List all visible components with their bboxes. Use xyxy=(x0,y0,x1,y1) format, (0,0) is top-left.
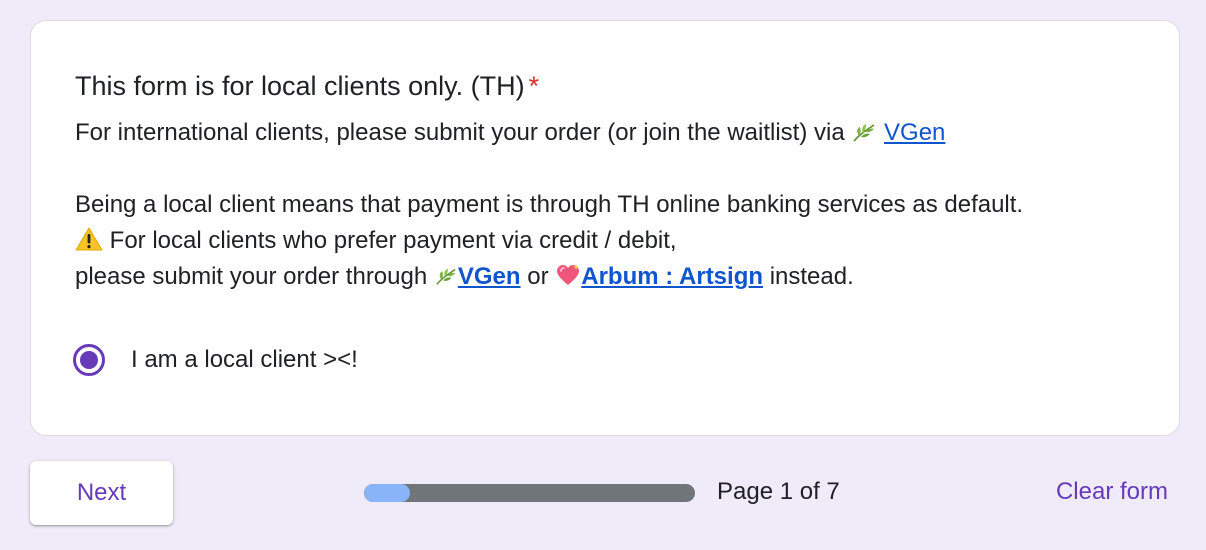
submit-middle-text: or xyxy=(520,263,556,290)
radio-button-selected[interactable] xyxy=(73,344,105,376)
local-client-option[interactable]: I am a local client ><! xyxy=(73,341,358,379)
progress-bar-fill xyxy=(364,484,411,502)
vgen-link-local[interactable]: VGen xyxy=(458,263,521,290)
description-line-local-banking: Being a local client means that payment … xyxy=(75,191,1024,218)
radio-dot xyxy=(80,351,98,369)
sparkling-heart-icon xyxy=(557,264,580,285)
required-asterisk: * xyxy=(528,71,540,101)
leaf-icon xyxy=(436,268,456,285)
question-title-text: This form is for local clients only. (TH… xyxy=(75,71,525,101)
credit-debit-text: For local clients who prefer payment via… xyxy=(103,227,677,254)
vgen-link-international[interactable]: VGen xyxy=(884,119,945,146)
progress-bar xyxy=(364,484,695,502)
international-text: For international clients, please submit… xyxy=(75,119,852,146)
description-line-submit-links: please submit your order through VGen or… xyxy=(75,259,854,295)
submit-suffix-text: instead. xyxy=(763,263,854,290)
page-indicator: Page 1 of 7 xyxy=(717,478,840,505)
submit-prefix-text: please submit your order through xyxy=(75,263,434,290)
question-title: This form is for local clients only. (TH… xyxy=(75,69,539,103)
warning-icon xyxy=(75,227,103,251)
description-line-international: For international clients, please submit… xyxy=(75,115,945,151)
next-button[interactable]: Next xyxy=(30,461,173,525)
clear-form-button[interactable]: Clear form xyxy=(1056,474,1168,510)
leaf-icon xyxy=(853,124,875,142)
arbum-artsign-link[interactable]: Arbum : Artsign xyxy=(581,263,763,290)
description-line-credit-debit: For local clients who prefer payment via… xyxy=(75,223,677,259)
option-label: I am a local client ><! xyxy=(131,346,358,373)
question-card: This form is for local clients only. (TH… xyxy=(30,20,1180,436)
